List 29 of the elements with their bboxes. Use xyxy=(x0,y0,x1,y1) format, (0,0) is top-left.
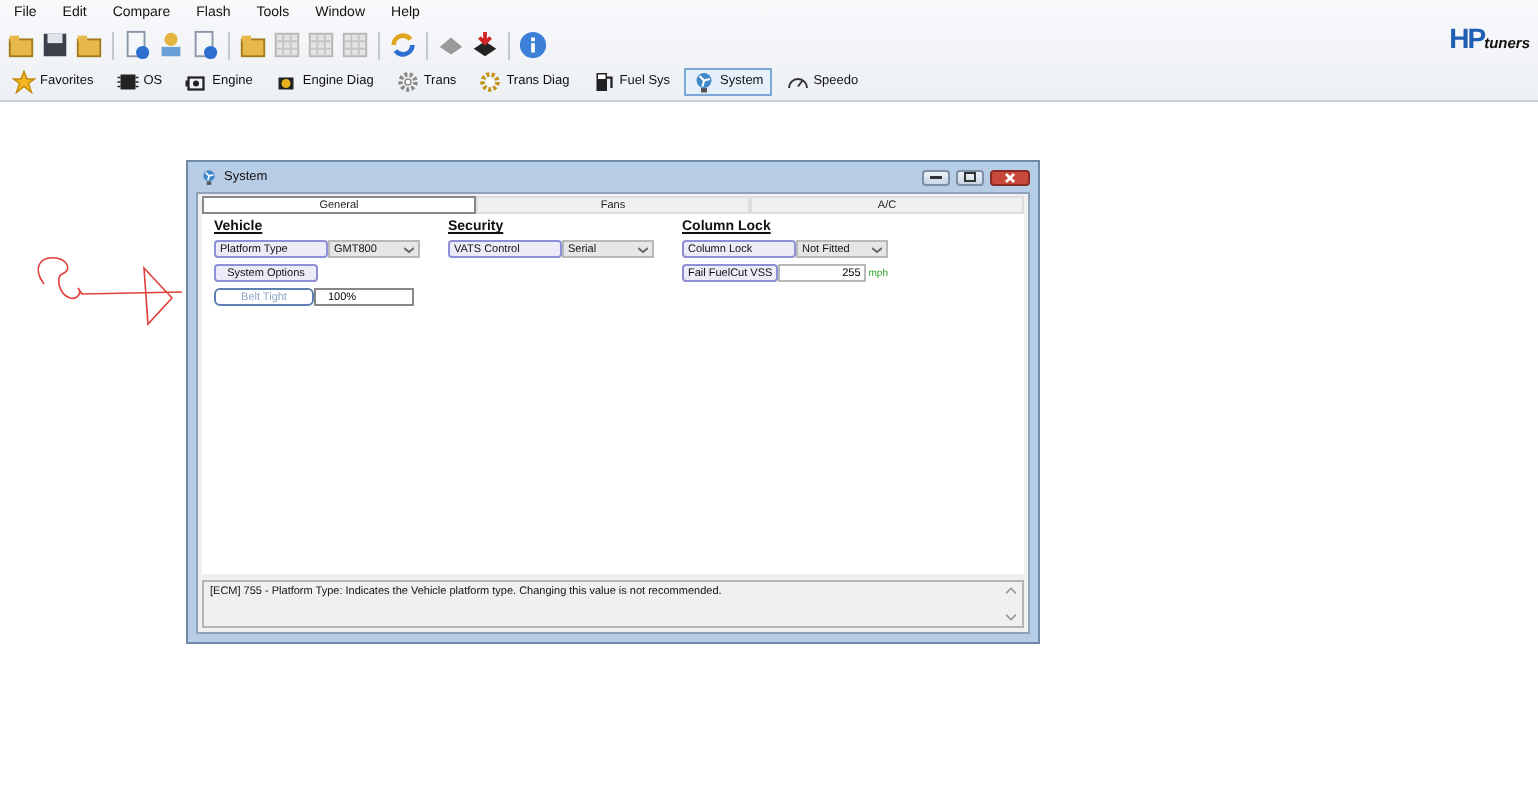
folder-icon[interactable] xyxy=(74,30,104,60)
fan-icon xyxy=(692,69,717,93)
minimize-icon xyxy=(930,175,942,179)
caret-icon xyxy=(872,245,882,253)
save-icon[interactable] xyxy=(40,30,70,60)
info-icon[interactable] xyxy=(518,30,548,60)
grid-icon[interactable] xyxy=(340,30,370,60)
gear-icon xyxy=(395,69,420,93)
scroll-up-icon[interactable] xyxy=(1006,586,1016,594)
scroll-down-icon[interactable] xyxy=(1006,614,1016,622)
close-button[interactable] xyxy=(990,169,1030,185)
caret-icon xyxy=(638,245,648,253)
folder-icon[interactable] xyxy=(238,30,268,60)
document-icon[interactable] xyxy=(122,30,152,60)
fuel-pump-icon xyxy=(591,69,616,93)
caret-icon xyxy=(404,245,414,253)
star-icon xyxy=(12,69,36,93)
sync-icon[interactable] xyxy=(388,30,418,60)
maximize-icon xyxy=(964,172,976,182)
folder-icon[interactable] xyxy=(6,30,36,60)
close-icon xyxy=(1004,171,1016,183)
maximize-button[interactable] xyxy=(956,169,984,185)
person-icon[interactable] xyxy=(156,30,186,60)
grid-icon[interactable] xyxy=(272,30,302,60)
grid-icon[interactable] xyxy=(306,30,336,60)
minimize-button[interactable] xyxy=(922,169,950,185)
gear-icon xyxy=(478,69,503,93)
document-icon[interactable] xyxy=(190,30,220,60)
fan-icon xyxy=(200,168,218,186)
